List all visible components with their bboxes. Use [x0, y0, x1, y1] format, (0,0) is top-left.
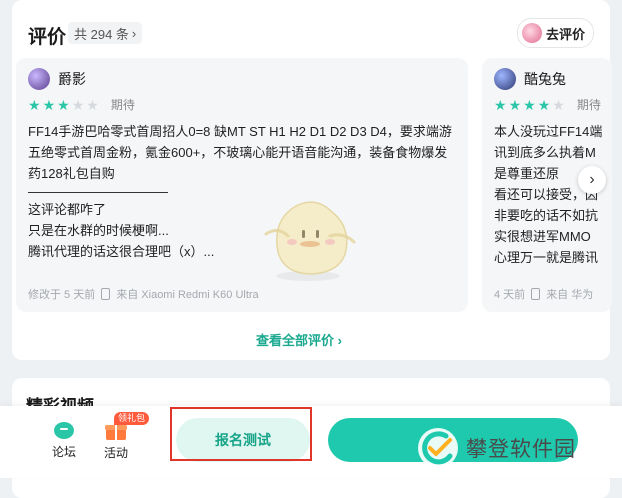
star-icon: ★ — [552, 96, 565, 113]
review-count: 共 294 条 — [74, 26, 129, 42]
review-user-row: 爵影 — [28, 68, 86, 90]
avatar[interactable] — [494, 68, 516, 90]
review-device: 来自 Xiaomi Redmi K60 Ultra — [116, 289, 259, 301]
star-icon: ★ — [42, 96, 56, 113]
rating-text: 期待 — [576, 98, 601, 112]
go-review-label: 去评价 — [545, 26, 585, 42]
star-icon: ★ — [523, 96, 536, 113]
chevron-right-icon: › — [131, 25, 137, 41]
review-card-1[interactable]: 爵影 ★ ★ ★ ★ ★ 期待 FF14手游巴哈零式首周招人0=8 缺MT ST… — [16, 58, 468, 312]
star-icon: ★ — [86, 96, 99, 113]
activity-nav-item[interactable]: 活动 — [96, 420, 136, 461]
text-divider — [28, 192, 168, 193]
star-icon: ★ — [494, 96, 507, 113]
review-body: FF14手游巴哈零式首周招人0=8 缺MT ST H1 H2 D1 D2 D3 … — [28, 121, 456, 262]
review-username[interactable]: 酷兔兔 — [524, 69, 566, 89]
rating-stars: ★ ★ ★ ★ ★ 期待 — [494, 96, 601, 113]
activity-label: 活动 — [103, 446, 128, 460]
rating-stars: ★ ★ ★ ★ ★ 期待 — [28, 96, 135, 113]
phone-icon — [531, 288, 541, 300]
chat-bubble-icon — [54, 422, 74, 439]
avatar[interactable] — [28, 68, 50, 90]
star-icon: ★ — [57, 96, 70, 113]
reviews-title: 评价 — [28, 27, 67, 48]
gift-badge: 领礼包 — [114, 412, 150, 425]
view-all-reviews-link[interactable]: 查看全部评价 › — [0, 330, 598, 349]
review-text-part1: FF14手游巴哈零式首周招人0=8 缺MT ST H1 H2 D1 D2 D3 … — [28, 124, 452, 181]
star-icon: ★ — [537, 96, 551, 113]
forum-label: 论坛 — [51, 445, 76, 459]
star-icon: ★ — [508, 96, 522, 113]
phone-icon — [101, 288, 111, 300]
rating-text: 期待 — [110, 98, 135, 112]
mascot-avatar-icon — [521, 23, 542, 43]
mascot-illustration — [264, 201, 356, 281]
forum-nav-item[interactable]: 论坛 — [44, 420, 84, 460]
go-review-button[interactable]: 去评价 — [516, 18, 594, 48]
review-device: 来自 华为 — [546, 289, 594, 301]
carousel-next-button[interactable]: › — [578, 166, 606, 194]
review-username[interactable]: 爵影 — [58, 69, 86, 89]
star-icon: ★ — [71, 96, 85, 113]
review-footer: 修改于 5 天前 来自 Xiaomi Redmi K60 Ultra — [28, 286, 259, 302]
review-footer: 4 天前 来自 华为 — [494, 286, 593, 302]
watermark-text: 攀登软件园 — [466, 437, 576, 461]
review-text-part2: 这评论都咋了 只是在水群的时候梗啊... 腾讯代理的话这很合理吧（x）... — [28, 202, 215, 259]
review-body: 本人没玩过FF14端 讯到底多么执着M 是尊重还原 看还可以接受，因 非要吃的话… — [494, 124, 603, 265]
watermark-logo — [418, 428, 458, 468]
star-icon: ★ — [28, 96, 41, 113]
review-time: 修改于 5 天前 — [28, 289, 96, 301]
highlight-annotation-box — [170, 407, 312, 461]
review-time: 4 天前 — [494, 289, 526, 301]
review-user-row: 酷兔兔 — [494, 68, 566, 90]
watermark: 攀登软件园 — [416, 424, 616, 472]
review-count-chip[interactable]: 共 294 条 › — [68, 22, 143, 44]
